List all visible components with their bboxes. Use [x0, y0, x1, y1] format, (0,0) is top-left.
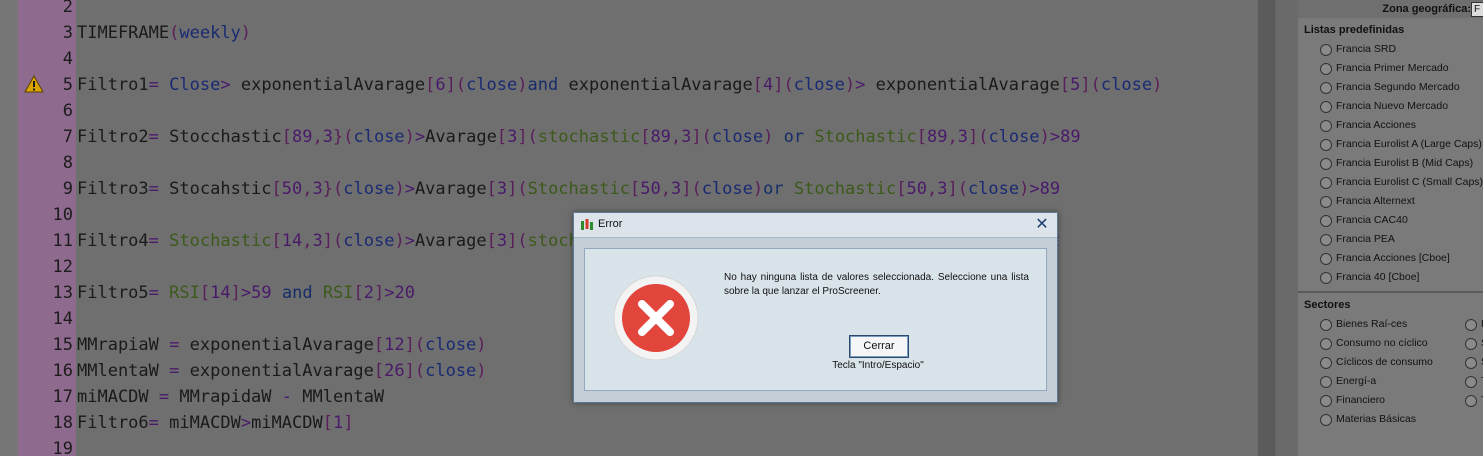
radio-label: Francia Eurolist A (Large Caps)	[1336, 138, 1482, 150]
line-number: 14	[52, 309, 73, 329]
radio-label: Francia Segundo Mercado	[1336, 81, 1460, 93]
predefined-lists-title: Listas predefinidas	[1304, 24, 1405, 36]
zona-select[interactable]: F	[1471, 2, 1483, 17]
code-text[interactable]: TIMEFRAME(weekly)	[77, 20, 251, 46]
radio-label: Bienes Raí-ces	[1336, 318, 1408, 330]
radio-icon[interactable]	[1320, 139, 1332, 151]
radio-icon[interactable]	[1320, 319, 1332, 331]
code-line[interactable]: 2	[0, 0, 1258, 20]
radio-icon[interactable]	[1465, 338, 1477, 350]
radio-icon[interactable]	[1320, 338, 1332, 350]
radio-icon[interactable]	[1320, 234, 1332, 246]
line-number: 4	[62, 49, 73, 69]
code-text[interactable]: MMrapiaW = exponentialAvarage[12](close)	[77, 332, 487, 358]
close-button[interactable]: Cerrar	[849, 335, 909, 358]
radio-icon[interactable]	[1320, 414, 1332, 426]
radio-label: Materias Básicas	[1336, 413, 1416, 425]
code-line[interactable]: 5 Filtro1= Close> exponentialAvarage[6](c…	[0, 72, 1258, 98]
radio-label: Francia Eurolist C (Small Caps)	[1336, 176, 1483, 188]
sectors-title: Sectores	[1304, 299, 1351, 311]
panel-splitter[interactable]	[1274, 0, 1299, 456]
code-line[interactable]: 19	[0, 436, 1258, 456]
error-dialog: Error ✕ No hay ninguna lista de valores …	[573, 212, 1058, 403]
code-line[interactable]: 9 Filtro3= Stocahstic[50,3}(close)>Avarag…	[0, 176, 1258, 202]
code-text[interactable]: Filtro5= RSI[14]>59 and RSI[2]>20	[77, 280, 415, 306]
line-number: 2	[62, 0, 73, 17]
radio-label: Francia CAC40	[1336, 214, 1408, 226]
radio-icon[interactable]	[1320, 63, 1332, 75]
line-number: 16	[52, 361, 73, 381]
radio-label: Cíclicos de consumo	[1336, 356, 1433, 368]
radio-icon[interactable]	[1465, 319, 1477, 331]
line-number: 19	[52, 439, 73, 456]
zona-bar: Zona geográfica: F	[1298, 0, 1483, 18]
radio-label: Francia Nuevo Mercado	[1336, 100, 1449, 112]
line-number: 18	[52, 413, 73, 433]
line-number: 9	[62, 179, 73, 199]
radio-icon[interactable]	[1320, 120, 1332, 132]
error-icon	[613, 275, 699, 361]
line-number: 12	[52, 257, 73, 277]
radio-icon[interactable]	[1320, 253, 1332, 265]
code-text[interactable]: miMACDW = MMrapidaW - MMlentaW	[77, 384, 384, 410]
code-text[interactable]: Filtro6= miMACDW>miMACDW[1]	[77, 410, 353, 436]
code-text[interactable]: Filtro2= Stocchastic[89,3}(close)>Avarag…	[77, 124, 1081, 150]
radio-icon[interactable]	[1320, 376, 1332, 388]
dialog-message: No hay ninguna lista de valores seleccio…	[724, 272, 1029, 297]
code-line[interactable]: 3 TIMEFRAME(weekly)	[0, 20, 1258, 46]
vertical-scrollbar[interactable]	[1258, 0, 1274, 456]
radio-label: Consumo no cíclico	[1336, 337, 1428, 349]
radio-label: Francia PEA	[1336, 233, 1395, 245]
code-text[interactable]: Filtro3= Stocahstic[50,3}(close)>Avarage…	[77, 176, 1060, 202]
radio-icon[interactable]	[1320, 158, 1332, 170]
radio-icon[interactable]	[1465, 395, 1477, 407]
line-number: 6	[62, 101, 73, 121]
radio-icon[interactable]	[1320, 196, 1332, 208]
code-line[interactable]: 4	[0, 46, 1258, 72]
radio-icon[interactable]	[1320, 44, 1332, 56]
code-line[interactable]: 6	[0, 98, 1258, 124]
dialog-title: Error	[598, 218, 623, 230]
line-number: 15	[52, 335, 73, 355]
radio-icon[interactable]	[1320, 177, 1332, 189]
code-line[interactable]: 18 Filtro6= miMACDW>miMACDW[1]	[0, 410, 1258, 436]
radio-label: Francia Acciones	[1336, 119, 1416, 131]
radio-label: Energí-a	[1336, 375, 1377, 387]
line-number: 3	[62, 23, 73, 43]
code-text[interactable]: Filtro1= Close> exponentialAvarage[6](cl…	[77, 72, 1162, 98]
warning-icon[interactable]	[24, 75, 44, 93]
line-number: 7	[62, 127, 73, 147]
radio-label: Francia Eurolist B (Mid Caps)	[1336, 157, 1474, 169]
radio-label: Francia 40 [Cboe]	[1336, 271, 1420, 283]
radio-icon[interactable]	[1320, 272, 1332, 284]
radio-label: Financiero	[1336, 394, 1386, 406]
radio-icon[interactable]	[1465, 376, 1477, 388]
radio-label: Francia Primer Mercado	[1336, 62, 1449, 74]
dialog-body: No hay ninguna lista de valores seleccio…	[584, 248, 1047, 391]
code-line[interactable]: 7 Filtro2= Stocchastic[89,3}(close)>Avara…	[0, 124, 1258, 150]
radio-icon[interactable]	[1320, 357, 1332, 369]
line-number: 10	[52, 205, 73, 225]
keyboard-hint: Tecla "Intro/Espacio"	[832, 360, 924, 371]
line-number: 17	[52, 387, 73, 407]
line-number: 8	[62, 153, 73, 173]
radio-icon[interactable]	[1320, 395, 1332, 407]
radio-label: Francia Acciones [Cboe]	[1336, 252, 1450, 264]
radio-icon[interactable]	[1320, 82, 1332, 94]
close-icon[interactable]: ✕	[1033, 215, 1051, 233]
line-number: 13	[52, 283, 73, 303]
radio-label: Francia SRD	[1336, 43, 1397, 55]
app-icon	[581, 219, 593, 230]
line-number: 11	[52, 231, 73, 251]
divider	[1298, 291, 1483, 293]
code-text[interactable]: MMlentaW = exponentialAvarage[26](close)	[77, 358, 487, 384]
zona-label: Zona geográfica:	[1382, 3, 1471, 15]
code-line[interactable]: 8	[0, 150, 1258, 176]
radio-icon[interactable]	[1465, 357, 1477, 369]
radio-label: Francia Alternext	[1336, 195, 1415, 207]
screener-settings-panel: Zona geográfica: F Listas predefinidas F…	[1298, 0, 1483, 456]
dialog-titlebar[interactable]: Error ✕	[574, 213, 1057, 238]
radio-icon[interactable]	[1320, 101, 1332, 113]
radio-icon[interactable]	[1320, 215, 1332, 227]
